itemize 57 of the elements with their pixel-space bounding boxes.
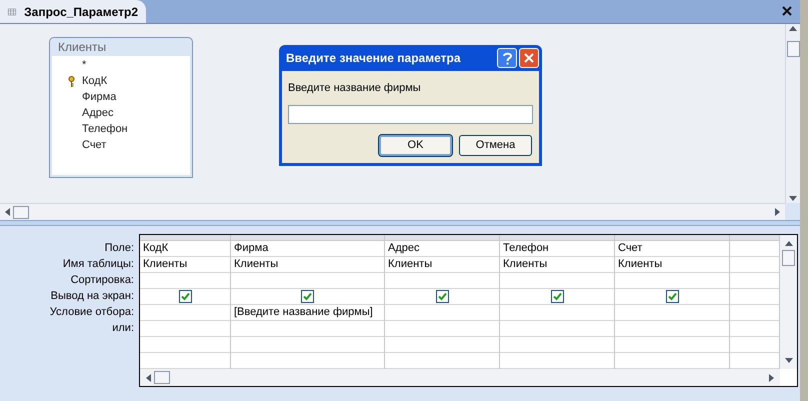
left-arrow-icon: [146, 374, 151, 382]
checkbox[interactable]: [436, 290, 448, 303]
down-arrow-icon: [789, 196, 797, 201]
scroll-thumb[interactable]: [786, 41, 800, 57]
table-cell: Телефон: [503, 242, 549, 254]
row-label: Вывод на экран:: [50, 289, 134, 304]
field-name[interactable]: КодК: [82, 72, 108, 90]
grid-horizontal-scrollbar[interactable]: [140, 369, 780, 386]
left-arrow-icon: [5, 208, 10, 216]
right-arrow-icon: [775, 208, 780, 216]
table-cell: Фирма: [234, 242, 268, 254]
dialog-button[interactable]: Отмена: [459, 134, 532, 156]
field-name[interactable]: Телефон: [82, 120, 128, 138]
row-label: Имя таблицы:: [62, 257, 134, 272]
table-cell: Клиенты: [234, 258, 278, 270]
parameter-field[interactable]: [288, 104, 533, 124]
table-cell: Клиенты: [503, 258, 548, 270]
table-title: Клиенты: [57, 39, 108, 56]
checkbox[interactable]: [178, 290, 192, 303]
document-tab[interactable]: Запрос_Параметр2: [0, 0, 146, 23]
right-arrow-icon: [769, 374, 774, 382]
checkbox[interactable]: [301, 290, 314, 303]
scroll-thumb[interactable]: [154, 371, 170, 384]
close-icon[interactable]: [782, 6, 792, 16]
up-arrow-icon: [789, 26, 797, 31]
row-label: Условие отбора:: [50, 305, 134, 320]
field-name[interactable]: Фирма: [82, 88, 116, 106]
prompt-label: Введите название фирмы: [288, 81, 422, 96]
help-button[interactable]: [497, 48, 517, 68]
horizontal-scrollbar[interactable]: [0, 202, 785, 220]
checkbox[interactable]: [666, 290, 678, 303]
scroll-thumb[interactable]: [782, 250, 795, 266]
dialog-title: Введите значение параметра: [286, 50, 460, 67]
dialog-button[interactable]: OK: [379, 134, 452, 156]
table-cell: Клиенты: [143, 258, 188, 270]
field-name[interactable]: *: [82, 56, 86, 74]
table-cell: [Введите название фирмы]: [234, 306, 373, 318]
table-cell: КодК: [143, 242, 168, 254]
checkbox[interactable]: [550, 290, 564, 303]
up-arrow-icon: [784, 241, 792, 246]
query-icon: [8, 6, 16, 18]
row-label: Поле:: [104, 241, 134, 256]
field-name[interactable]: Счет: [82, 136, 106, 154]
row-label: Сортировка:: [70, 273, 134, 288]
help-icon: [502, 52, 512, 64]
table-cell: Адрес: [388, 242, 420, 254]
table-cell: Счет: [618, 242, 642, 254]
grid-vertical-scrollbar[interactable]: [780, 235, 797, 369]
table-cell: Клиенты: [618, 258, 662, 270]
scroll-thumb[interactable]: [13, 206, 29, 219]
splitter-bar[interactable]: [0, 220, 800, 226]
row-label: или:: [112, 321, 134, 336]
close-button[interactable]: [519, 48, 539, 68]
field-name[interactable]: Адрес: [82, 104, 114, 122]
close-icon: [524, 53, 534, 63]
table-cell: Клиенты: [388, 258, 432, 270]
down-arrow-icon: [784, 358, 792, 363]
